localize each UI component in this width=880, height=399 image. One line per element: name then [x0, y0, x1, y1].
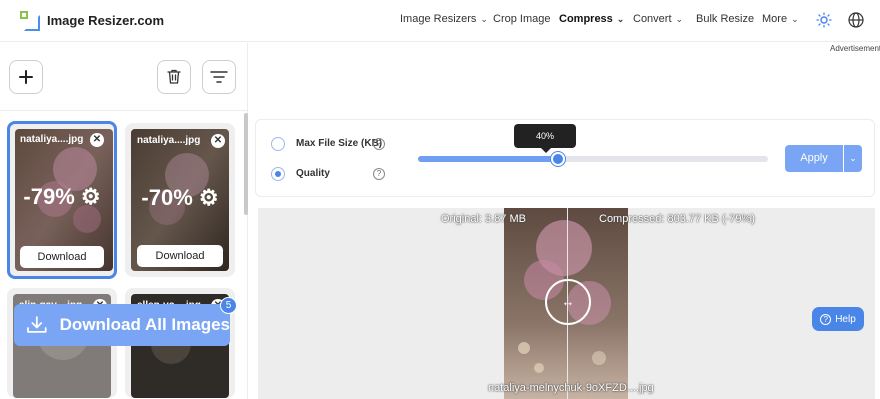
chevron-down-icon: ⌄ — [675, 14, 684, 24]
apply-button[interactable]: Apply — [785, 145, 843, 172]
nav-label: Compress — [559, 13, 613, 25]
help-icon: ? — [820, 313, 832, 325]
max-size-radio[interactable] — [271, 137, 285, 151]
globe-icon[interactable] — [847, 11, 865, 29]
nav-label: Bulk Resize — [696, 13, 755, 25]
quality-label: Quality — [296, 168, 330, 179]
chevron-down-icon[interactable]: ⌄ — [844, 145, 862, 172]
compare-handle[interactable]: ↔ — [545, 279, 591, 325]
quality-slider[interactable] — [418, 152, 768, 166]
nav-label: Convert — [633, 13, 672, 25]
logo-icon[interactable] — [20, 11, 40, 31]
nav-more[interactable]: More ⌄ — [762, 13, 799, 25]
compression-settings: Max File Size (KB) ? Quality ? 40% Apply… — [255, 119, 875, 197]
chevron-down-icon: ⌄ — [480, 14, 488, 24]
filter-icon — [210, 71, 228, 83]
toolbar-divider — [0, 110, 248, 111]
chevron-down-icon: ⌄ — [791, 14, 799, 24]
plus-icon — [19, 70, 33, 84]
preview-filename: nataliya-melnychuk-9oXFZD....jpg — [488, 382, 654, 394]
list-scrollbar[interactable] — [244, 113, 248, 215]
gear-icon[interactable]: ⚙ — [81, 184, 101, 209]
help-circle-icon[interactable]: ? — [373, 138, 385, 150]
brand-name[interactable]: Image Resizer.com — [47, 13, 164, 28]
top-header: Image Resizer.com Image Resizers ⌄ Crop I… — [0, 0, 880, 42]
close-icon[interactable]: ✕ — [90, 133, 104, 147]
card-filename: nataliya....jpg — [20, 134, 84, 145]
help-button[interactable]: ? Help — [812, 307, 864, 331]
nav-compress[interactable]: Compress ⌄ — [559, 13, 624, 25]
download-icon — [27, 316, 47, 333]
reduction-text: -70% — [141, 185, 193, 210]
help-label: Help — [835, 313, 856, 325]
card-filename: nataliya....jpg — [137, 135, 201, 146]
add-image-button[interactable] — [9, 60, 43, 94]
slider-tooltip: 40% — [514, 124, 576, 153]
quality-radio[interactable] — [271, 167, 285, 181]
close-icon[interactable]: ✕ — [211, 134, 225, 148]
nav-bulk-resize[interactable]: Bulk Resize — [696, 13, 754, 25]
compressed-size: Compressed: 803.77 KB (-79%) — [599, 213, 755, 225]
advertisement-label: Advertisement — [830, 44, 880, 53]
nav-convert[interactable]: Convert ⌄ — [633, 13, 683, 25]
nav-image-resizers[interactable]: Image Resizers ⌄ — [400, 13, 488, 25]
download-all-button[interactable]: Download All Images — [14, 304, 230, 346]
gear-icon[interactable]: ⚙ — [199, 185, 219, 210]
nav-crop-image[interactable]: Crop Image — [493, 13, 550, 25]
nav-label: More — [762, 13, 788, 25]
nav-label: Image Resizers — [400, 13, 477, 25]
filter-button[interactable] — [202, 60, 236, 94]
reduction-value: -79% ⚙ — [10, 184, 114, 210]
compare-preview: ↔ Original: 3.87 MB Compressed: 803.77 K… — [258, 208, 875, 399]
image-card[interactable]: nataliya....jpg ✕ -70% ⚙ Download — [125, 123, 235, 277]
nav-label: Crop Image — [493, 13, 551, 25]
slider-thumb[interactable] — [551, 152, 565, 166]
sun-icon[interactable] — [816, 12, 832, 28]
delete-button[interactable] — [157, 60, 191, 94]
max-size-label: Max File Size (KB) — [296, 138, 383, 149]
slider-fill — [418, 156, 558, 162]
download-button[interactable]: Download — [20, 246, 104, 268]
image-card[interactable]: nataliya....jpg ✕ -79% ⚙ Download — [7, 121, 117, 279]
trash-icon — [167, 69, 181, 84]
chevron-down-icon: ⌄ — [616, 14, 625, 24]
download-all-label: Download All Images — [59, 315, 230, 334]
reduction-text: -79% — [23, 184, 75, 209]
help-circle-icon[interactable]: ? — [373, 168, 385, 180]
download-button[interactable]: Download — [137, 245, 223, 267]
reduction-value: -70% ⚙ — [125, 185, 235, 211]
image-count-badge: 5 — [220, 297, 237, 314]
original-size: Original: 3.87 MB — [441, 213, 526, 225]
